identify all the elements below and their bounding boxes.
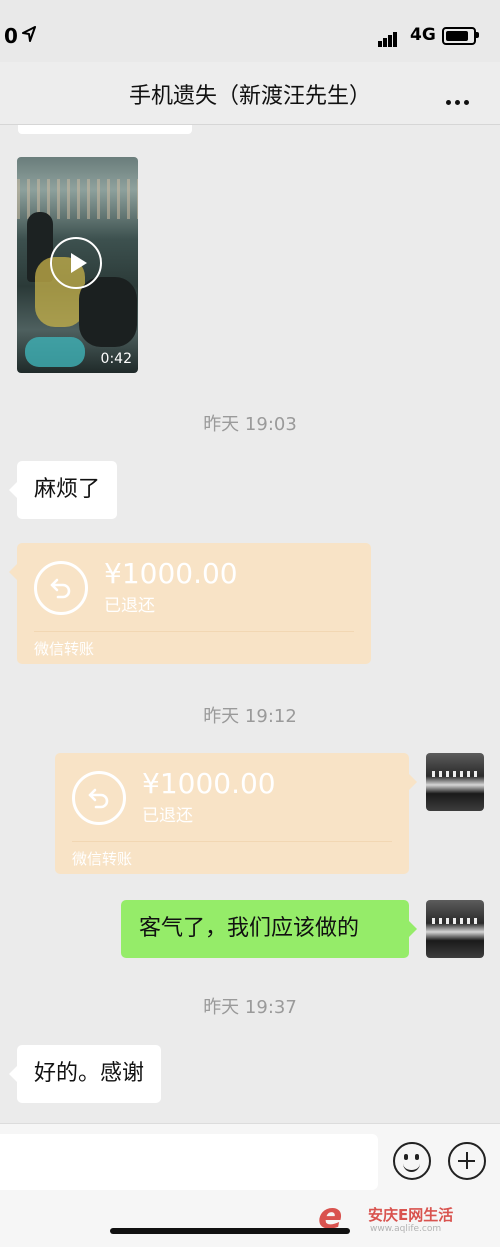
watermark-sub: www.aqlife.com: [370, 1224, 442, 1234]
received-message[interactable]: 麻烦了: [8, 461, 118, 519]
transfer-amount: ¥1000.00: [104, 557, 238, 590]
video-duration: 0:42: [100, 351, 132, 367]
sent-message[interactable]: 客气了，我们应该做的: [121, 900, 417, 958]
transfer-divider: [72, 841, 392, 842]
transfer-message-received[interactable]: ¥1000.00 已退还 微信转账: [9, 543, 371, 664]
home-indicator[interactable]: [110, 1228, 350, 1234]
transfer-label: 微信转账: [72, 850, 133, 868]
transfer-return-icon: [34, 561, 88, 615]
battery-tip: [476, 32, 479, 38]
nav-bar: 手机遗失（新渡汪先生）: [0, 62, 500, 125]
status-time: 0: [4, 24, 18, 48]
chat-title: 手机遗失（新渡汪先生）: [128, 84, 371, 109]
timestamp: 昨天 19:37: [203, 997, 297, 1018]
transfer-return-icon: [72, 771, 126, 825]
received-message[interactable]: 好的。感谢: [8, 1045, 162, 1103]
transfer-status: 已退还: [142, 806, 193, 826]
video-scene-bumper-car: [25, 337, 85, 367]
battery-icon: [442, 27, 476, 45]
video-message[interactable]: 0:42: [17, 157, 138, 373]
message-input[interactable]: [0, 1134, 378, 1190]
transfer-label: 微信转账: [34, 640, 95, 658]
more-icon[interactable]: [446, 90, 476, 105]
plus-icon[interactable]: [448, 1142, 486, 1180]
watermark-text: 安庆E网生活: [368, 1206, 454, 1224]
network-type: 4G: [410, 25, 436, 45]
transfer-divider: [34, 631, 354, 632]
signal-icon: [378, 28, 398, 47]
status-bar: 0 4G: [0, 0, 500, 62]
avatar[interactable]: [426, 900, 484, 958]
transfer-amount: ¥1000.00: [142, 767, 276, 800]
timestamp: 昨天 19:12: [203, 706, 297, 727]
transfer-status: 已退还: [104, 596, 155, 616]
emoji-icon[interactable]: [393, 1142, 431, 1180]
location-arrow-icon: [22, 26, 36, 42]
avatar[interactable]: [426, 753, 484, 811]
play-icon[interactable]: [50, 237, 102, 289]
timestamp: 昨天 19:03: [203, 414, 297, 435]
previous-message-bubble: [18, 125, 192, 134]
battery-level: [446, 31, 469, 41]
chat-area[interactable]: 0:42 昨天 19:03 麻烦了 ¥1000.00 已退还 微信转账 昨天 1…: [0, 125, 500, 1123]
transfer-message-sent[interactable]: ¥1000.00 已退还 微信转账: [55, 753, 417, 874]
video-scene-person: [79, 277, 137, 347]
